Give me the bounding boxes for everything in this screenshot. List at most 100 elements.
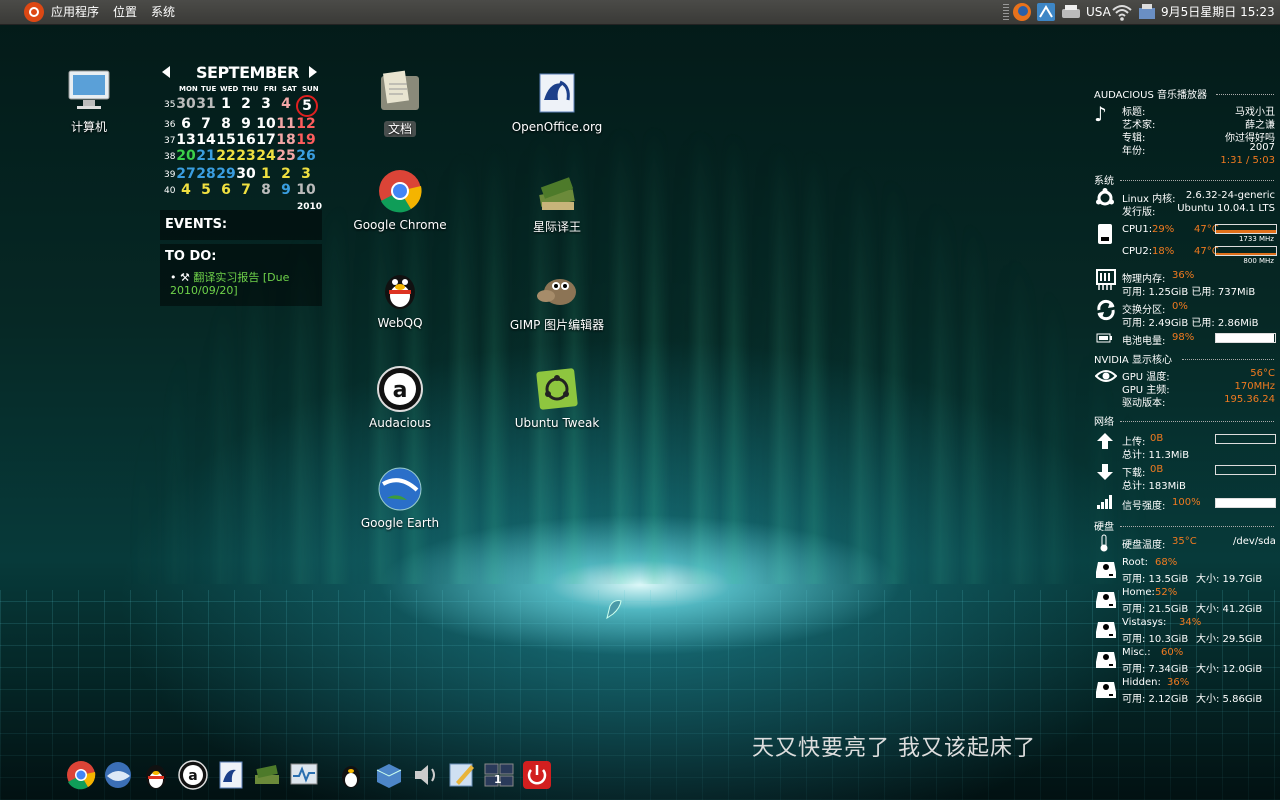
- calendar-day[interactable]: 29: [216, 166, 236, 182]
- wifi-icon[interactable]: [1111, 2, 1133, 22]
- calendar-day[interactable]: 10: [256, 116, 276, 132]
- calendar-day[interactable]: 22: [216, 148, 236, 164]
- calendar-day[interactable]: 4: [176, 182, 196, 198]
- download-total: 总计: 183MiB: [1122, 481, 1186, 492]
- calendar-day[interactable]: 5: [296, 95, 318, 117]
- calendar-day[interactable]: 5: [196, 182, 216, 198]
- next-month-arrow-icon[interactable]: [309, 66, 317, 78]
- calendar-day[interactable]: 25: [276, 148, 296, 164]
- todo-item[interactable]: • ⚒ 翻译实习报告 [Due 2010/09/20]: [170, 271, 318, 297]
- calendar-day[interactable]: 7: [236, 182, 256, 198]
- calendar-day[interactable]: 27: [176, 166, 196, 182]
- partition-free: 可用: 7.34GiB: [1122, 664, 1189, 675]
- calendar-day[interactable]: 9: [236, 116, 256, 132]
- calendar-day[interactable]: 20: [176, 148, 196, 164]
- calendar-day[interactable]: 23: [236, 148, 256, 164]
- menu-applications[interactable]: 应用程序: [51, 0, 99, 24]
- label: 年份:: [1122, 146, 1146, 157]
- calendar-day[interactable]: 17: [256, 132, 276, 148]
- calendar-day[interactable]: 28: [196, 166, 216, 182]
- calendar-day[interactable]: 11: [276, 116, 296, 132]
- desktop-icon-gimp[interactable]: GIMP 图片编辑器: [502, 266, 612, 333]
- calendar-day[interactable]: 6: [176, 116, 196, 132]
- update-icon[interactable]: [1137, 2, 1157, 22]
- dock-chrome-icon[interactable]: [66, 760, 96, 790]
- dock-file-manager-icon[interactable]: [374, 760, 404, 790]
- partition-usage: 34%: [1179, 617, 1202, 628]
- google-earth-icon: [377, 466, 423, 512]
- calendar-day[interactable]: 14: [196, 132, 216, 148]
- dock-stardict-icon[interactable]: [252, 760, 282, 790]
- calendar-day[interactable]: 3: [256, 96, 276, 112]
- firefox-icon[interactable]: [1012, 2, 1032, 22]
- calendar-day[interactable]: 7: [196, 116, 216, 132]
- calendar-day[interactable]: 21: [196, 148, 216, 164]
- printer-icon[interactable]: [1060, 2, 1082, 22]
- dock-workspace-switcher[interactable]: 1: [484, 760, 514, 790]
- desktop-icon-ubuntu-tweak[interactable]: Ubuntu Tweak: [502, 366, 612, 430]
- calendar-day[interactable]: 2: [236, 96, 256, 112]
- dock-volume-icon[interactable]: [411, 760, 441, 790]
- calendar-day[interactable]: 8: [256, 182, 276, 198]
- desktop-icon-documents[interactable]: 文档: [345, 70, 455, 137]
- desktop-icon-label: 文档: [383, 121, 416, 137]
- desktop-icon-label: Audacious: [369, 416, 431, 430]
- battery-level: 98%: [1172, 332, 1195, 343]
- calendar-day[interactable]: 4: [276, 96, 296, 112]
- battery-icon: [1096, 332, 1114, 347]
- desktop-icon-translator[interactable]: 星际译王: [502, 168, 612, 235]
- dock-thunderbird-icon[interactable]: [103, 760, 133, 790]
- partition-name: Misc.:: [1122, 647, 1151, 658]
- dock-text-editor-icon[interactable]: [447, 760, 477, 790]
- kernel-version: 2.6.32-24-generic: [1185, 190, 1275, 201]
- dock-system-monitor-icon[interactable]: [289, 760, 319, 790]
- desktop-icon-webqq[interactable]: WebQQ: [345, 266, 455, 330]
- calendar-day[interactable]: 16: [236, 132, 256, 148]
- desktop-icon-google-earth[interactable]: Google Earth: [345, 466, 455, 530]
- calendar-day[interactable]: 9: [276, 182, 296, 198]
- disk-temp: 35°C: [1172, 536, 1197, 547]
- keyboard-layout-indicator[interactable]: USA: [1086, 0, 1111, 24]
- calendar-day[interactable]: 24: [256, 148, 276, 164]
- prev-month-arrow-icon[interactable]: [162, 66, 170, 78]
- signal-strength: 100%: [1172, 497, 1201, 508]
- network-manager-icon[interactable]: [1036, 2, 1056, 22]
- calendar-day[interactable]: 19: [296, 132, 316, 148]
- calendar-day[interactable]: 10: [296, 182, 316, 198]
- desktop-icon-openoffice[interactable]: OpenOffice.org: [502, 70, 612, 134]
- music-note-icon: ♪: [1094, 102, 1107, 126]
- calendar-day[interactable]: 30: [236, 166, 256, 182]
- calendar-day[interactable]: 8: [216, 116, 236, 132]
- clock[interactable]: 9月5日星期日 15:23: [1161, 0, 1275, 24]
- calendar-day[interactable]: 18: [276, 132, 296, 148]
- desktop-icon-chrome[interactable]: Google Chrome: [345, 168, 455, 232]
- menu-system[interactable]: 系统: [151, 0, 175, 24]
- label: CPU1:: [1122, 224, 1153, 235]
- menu-places[interactable]: 位置: [113, 0, 137, 24]
- calendar-day[interactable]: 3: [296, 166, 316, 182]
- pen-cursor-icon: [604, 598, 624, 626]
- gimp-icon: [534, 266, 580, 312]
- calendar-day[interactable]: 1: [256, 166, 276, 182]
- calendar-day[interactable]: 13: [176, 132, 196, 148]
- desktop-icon-computer[interactable]: 计算机: [34, 68, 144, 135]
- calendar-day[interactable]: 31: [196, 96, 216, 112]
- ubuntu-tweak-icon: [534, 366, 580, 412]
- calendar-day[interactable]: 1: [216, 96, 236, 112]
- calendar-day[interactable]: 6: [216, 182, 236, 198]
- cpu-chip-icon: [1096, 222, 1114, 249]
- calendar-day[interactable]: 30: [176, 96, 196, 112]
- ubuntu-logo-icon[interactable]: [24, 2, 44, 22]
- dock-shutdown-icon[interactable]: [522, 760, 552, 790]
- calendar-day[interactable]: 26: [296, 148, 316, 164]
- desktop-icon-audacious[interactable]: a Audacious: [345, 366, 455, 430]
- calendar-day[interactable]: 12: [296, 116, 316, 132]
- dock-tux-icon[interactable]: [336, 760, 366, 790]
- divider: [1120, 526, 1274, 528]
- dock-qq-icon[interactable]: [141, 760, 171, 790]
- dock-openoffice-icon[interactable]: [216, 760, 246, 790]
- calendar-day[interactable]: 15: [216, 132, 236, 148]
- gpu-temp: 56°C: [1250, 368, 1275, 379]
- calendar-day[interactable]: 2: [276, 166, 296, 182]
- dock-audacious-icon[interactable]: a: [178, 760, 208, 790]
